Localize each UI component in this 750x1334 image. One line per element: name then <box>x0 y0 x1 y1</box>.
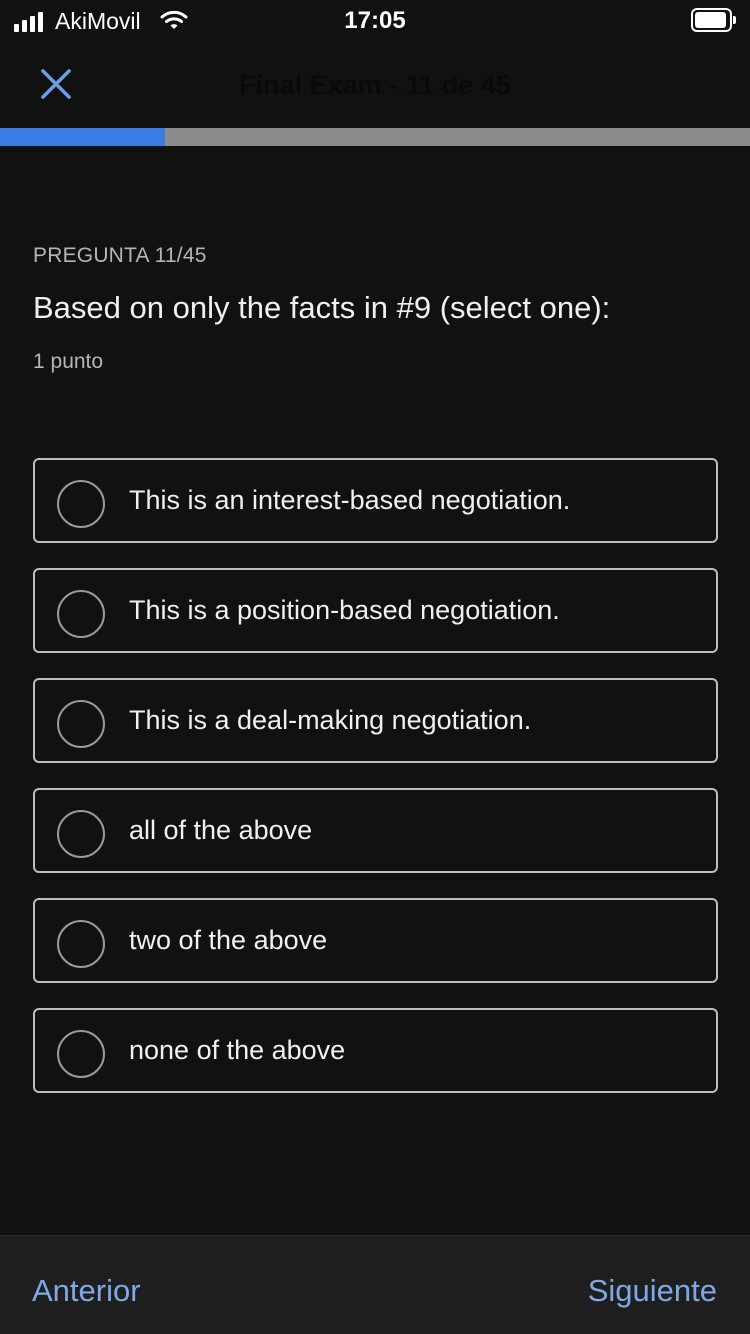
answer-option-label: none of the above <box>129 1035 346 1065</box>
radio-button-icon[interactable] <box>57 920 105 968</box>
answer-option-label: This is a position-based negotiation. <box>129 595 560 625</box>
battery-full-icon <box>691 8 736 32</box>
radio-button-icon[interactable] <box>57 1030 105 1078</box>
answer-option-label: This is an interest-based negotiation. <box>129 485 571 515</box>
radio-button-icon[interactable] <box>57 700 105 748</box>
nav-bar: Final Exam - 11 de 45 <box>0 40 750 128</box>
answer-option-label: all of the above <box>129 815 313 845</box>
answer-option-label: two of the above <box>129 925 328 955</box>
answer-option[interactable]: This is an interest-based negotiation. <box>33 458 718 543</box>
radio-button-icon[interactable] <box>57 590 105 638</box>
question-number: PREGUNTA 11/45 <box>33 244 207 267</box>
exam-progress-bar <box>0 128 750 146</box>
status-time: 17:05 <box>344 7 406 34</box>
answer-option[interactable]: two of the above <box>33 898 718 983</box>
previous-button[interactable]: Anterior <box>32 1273 141 1309</box>
answer-option[interactable]: This is a deal-making negotiation. <box>33 678 718 763</box>
answer-option[interactable]: none of the above <box>33 1008 718 1093</box>
answer-option[interactable]: all of the above <box>33 788 718 873</box>
next-button[interactable]: Siguiente <box>588 1273 717 1309</box>
radio-button-icon[interactable] <box>57 810 105 858</box>
bottom-navigation: Anterior Siguiente <box>0 1235 750 1334</box>
answer-option[interactable]: This is a position-based negotiation. <box>33 568 718 653</box>
question-text: Based on only the facts in #9 (select on… <box>33 290 611 325</box>
question-points: 1 punto <box>33 350 104 373</box>
answer-options: This is an interest-based negotiation. T… <box>33 458 718 1118</box>
status-bar: AkiMovil 17:05 <box>0 0 750 40</box>
answer-option-label: This is a deal-making negotiation. <box>129 705 532 735</box>
exam-progress-fill <box>0 128 165 146</box>
exam-title: Final Exam - 11 de 45 <box>239 70 511 100</box>
radio-button-icon[interactable] <box>57 480 105 528</box>
